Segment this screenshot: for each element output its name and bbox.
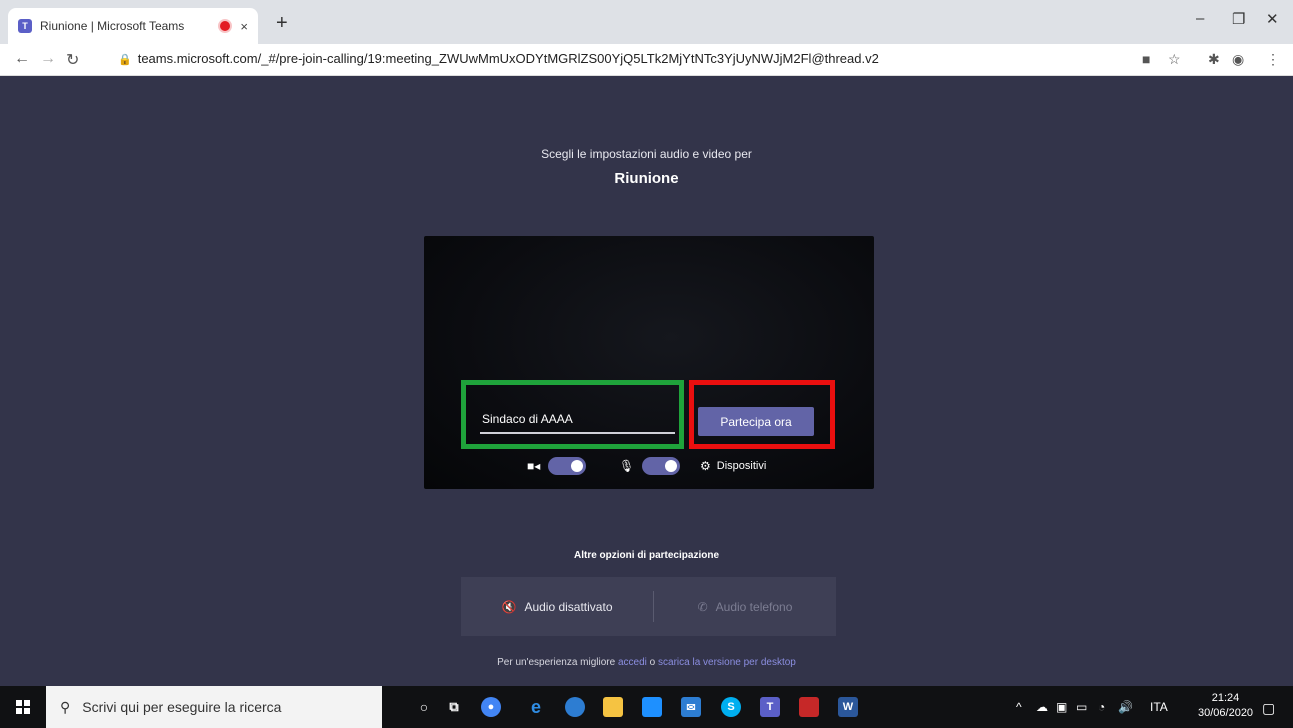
minimize-button[interactable]: – [1196,10,1204,27]
new-tab-button[interactable]: + [276,12,288,35]
edge-icon[interactable]: e [526,697,546,717]
sign-in-link[interactable]: accedi [618,657,647,668]
clock-date: 30/06/2020 [1198,707,1254,719]
language-indicator[interactable]: ITA [1150,700,1168,714]
search-icon: ⚲ [60,698,71,715]
tray-chevron-icon[interactable]: ^ [1016,700,1022,714]
tab-title: Riunione | Microsoft Teams [40,19,185,33]
teams-icon: T [18,19,32,33]
taskbar-search[interactable]: ⚲ Scrivi qui per eseguire la ricerca [46,686,382,728]
download-desktop-link[interactable]: scarica la versione per desktop [658,657,796,668]
mic-control: 🎙 [619,456,681,476]
network-device-icon[interactable]: ▣ [1056,700,1067,714]
speaker-muted-icon: 🔇 [501,599,517,614]
footer-prefix: Per un'esperienza migliore [497,657,616,668]
onedrive-icon[interactable]: ☁ [1036,700,1048,714]
task-view-icon[interactable]: ⧉ [444,697,464,717]
join-options-panel: 🔇 Audio disattivato ✆ Audio telefono [461,577,836,636]
battery-icon[interactable]: ▭ [1076,700,1087,714]
other-options-title: Altre opzioni di partecipazione [573,550,719,561]
teams-prejoin-page: Scegli le impostazioni audio e video per… [0,76,1293,686]
tab-close-button[interactable]: × [240,19,248,34]
microphone-icon: 🎙 [619,459,635,473]
windows-start-icon[interactable] [16,700,30,714]
restore-button[interactable]: ❐ [1232,10,1245,28]
audio-off-label: Audio disattivato [524,599,613,614]
camera-icon[interactable]: ■ [1142,51,1150,67]
bookmark-star-icon[interactable]: ☆ [1168,51,1181,68]
browser-toolbar: ← → ↻ 🔒 teams.microsoft.com/_#/pre-join-c… [0,44,1293,76]
profile-icon[interactable]: ◉ [1232,51,1244,68]
gear-icon: ⚙ [700,459,711,473]
devices-label: Dispositivi [716,460,767,472]
chrome-icon[interactable]: ● [481,697,501,717]
teams-taskbar-icon[interactable]: T [760,697,780,717]
phone-audio-option[interactable]: ✆ Audio telefono [654,577,836,636]
recording-indicator-icon [220,21,231,31]
address-bar[interactable]: 🔒 teams.microsoft.com/_#/pre-join-calling… [118,51,879,66]
browser-tab-strip: T Riunione | Microsoft Teams × + – ❐ ✕ [0,0,1293,44]
file-explorer-icon[interactable] [603,697,623,717]
wifi-icon[interactable]: ◔ [1098,700,1105,714]
audio-off-option[interactable]: 🔇 Audio disattivato [461,577,653,636]
window-close-button[interactable]: ✕ [1266,10,1279,28]
highlight-name-box [461,380,684,449]
lock-icon: 🔒 [118,54,132,66]
store-icon[interactable] [642,697,662,717]
footer-mid: o [649,657,656,668]
video-preview [424,236,874,489]
footer-note: Per un'esperienza migliore accedi o scar… [0,657,1293,668]
taskbar-clock[interactable]: 21:24 30/06/2020 [1198,691,1253,721]
search-placeholder: Scrivi qui per eseguire la ricerca [82,699,282,715]
back-icon[interactable]: ← [14,50,30,68]
word-icon[interactable]: W [838,697,858,717]
windows-taskbar: ⚲ Scrivi qui per eseguire la ricerca ○ ⧉… [0,686,1293,728]
skype-icon[interactable]: S [721,697,741,717]
antivirus-icon[interactable] [799,697,819,717]
mic-toggle[interactable] [642,457,681,475]
extensions-icon[interactable]: ✱ [1208,51,1220,68]
video-toggle[interactable] [548,457,587,475]
mail-icon[interactable]: ✉ [681,697,701,717]
reload-icon[interactable]: ↻ [66,50,79,70]
video-camera-icon: ■◂ [527,459,541,473]
edge-chromium-icon[interactable] [565,697,585,717]
browser-tab[interactable]: T Riunione | Microsoft Teams × [8,8,258,44]
clock-time: 21:24 [1211,692,1240,704]
volume-icon[interactable]: 🔊 [1118,700,1133,714]
phone-icon: ✆ [697,599,708,614]
notifications-icon[interactable]: ▢ [1262,700,1275,717]
url-text: teams.microsoft.com/_#/pre-join-calling/… [137,51,879,66]
video-control: ■◂ [527,456,587,476]
prejoin-subtitle: Scegli le impostazioni audio e video per [541,147,752,161]
cortana-icon[interactable]: ○ [414,697,434,717]
devices-button[interactable]: ⚙ Dispositivi [700,456,766,476]
phone-audio-label: Audio telefono [715,599,793,614]
meeting-title: Riunione [614,170,679,187]
highlight-join-box [689,380,835,449]
forward-icon[interactable]: → [40,50,56,68]
menu-icon[interactable]: ⋮ [1266,51,1280,68]
